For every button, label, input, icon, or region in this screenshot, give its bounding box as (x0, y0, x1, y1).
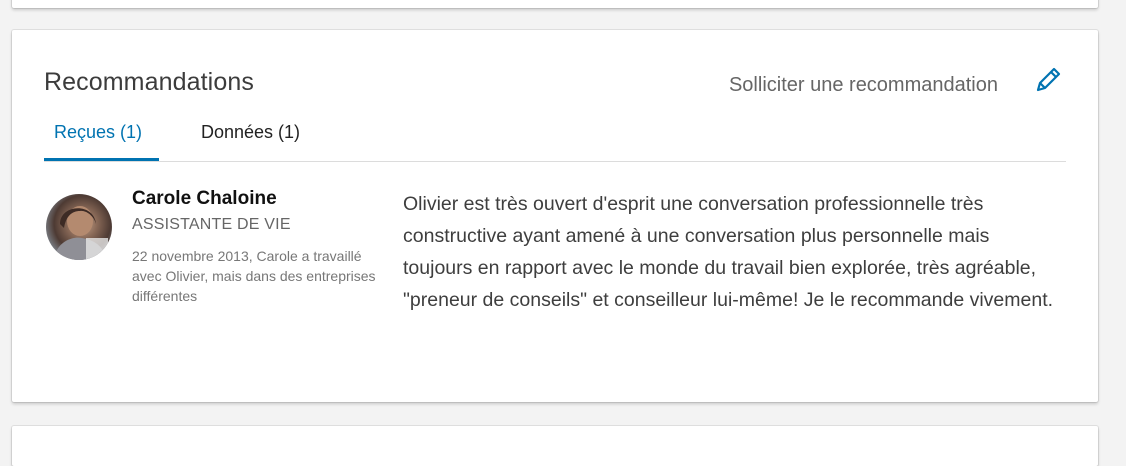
tabs-divider (44, 161, 1066, 162)
recommendation-meta: 22 novembre 2013, Carole a travaillé ave… (132, 248, 376, 304)
section-title: Recommandations (44, 68, 254, 96)
avatar[interactable] (46, 194, 112, 260)
next-section-card (12, 426, 1098, 466)
recommender-title: ASSISTANTE DE VIE (132, 216, 291, 233)
recommendations-card: Recommandations Solliciter une recommand… (12, 30, 1098, 402)
recommendation-text: Olivier est très ouvert d'esprit une con… (403, 193, 1054, 311)
pencil-icon[interactable] (1032, 64, 1064, 96)
request-recommendation-link[interactable]: Solliciter une recommandation (729, 74, 998, 97)
previous-section-card (12, 0, 1098, 8)
recommender-name[interactable]: Carole Chaloine (132, 188, 277, 210)
tab-given[interactable]: Données (1) (201, 122, 300, 153)
tab-received[interactable]: Reçues (1) (54, 122, 142, 153)
